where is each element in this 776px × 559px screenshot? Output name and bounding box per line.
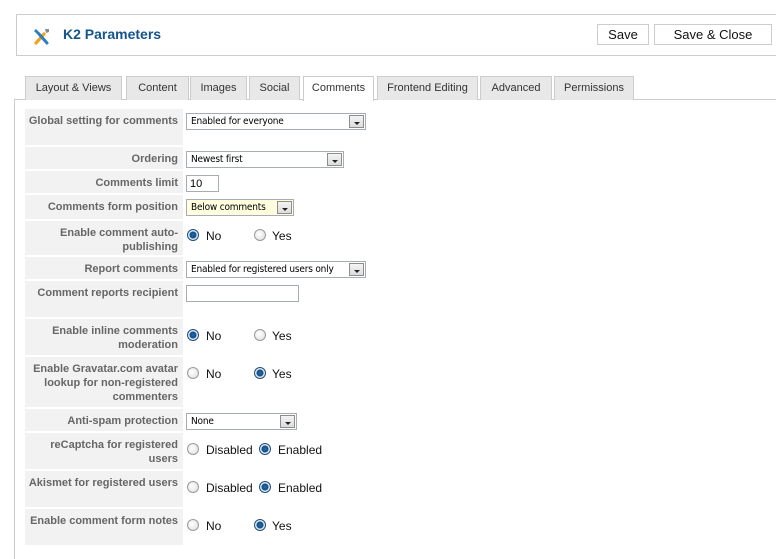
akismet-disabled-label: Disabled — [206, 481, 253, 495]
row-reports-recipient: Comment reports recipient — [25, 281, 775, 319]
gravatar-no-label: No — [206, 367, 222, 381]
global-setting-label: Global setting for comments — [25, 109, 183, 147]
tools-icon — [34, 29, 49, 45]
gravatar-no-radio[interactable] — [187, 367, 199, 379]
inline-moderation-no-radio[interactable] — [187, 329, 199, 341]
inline-moderation-no-label: No — [206, 329, 222, 343]
antispam-value: None — [191, 416, 214, 427]
tab-content[interactable]: Content — [126, 76, 189, 100]
row-recaptcha-registered: reCaptcha for registered users Disabled … — [25, 433, 775, 471]
row-gravatar: Enable Gravatar.com avatar lookup for no… — [25, 357, 775, 409]
ordering-value: Newest first — [191, 154, 243, 165]
reports-recipient-input[interactable] — [186, 285, 299, 302]
comments-limit-label: Comments limit — [25, 171, 183, 195]
form-position-label: Comments form position — [25, 195, 183, 221]
form-notes-yes-label: Yes — [272, 519, 292, 533]
row-inline-moderation: Enable inline comments moderation No Yes — [25, 319, 775, 357]
gravatar-yes-radio[interactable] — [254, 367, 266, 379]
akismet-enabled-label: Enabled — [278, 481, 323, 495]
form-position-select[interactable]: Below comments — [186, 199, 294, 216]
auto-publishing-no-radio[interactable] — [187, 229, 199, 241]
row-comments-limit: Comments limit — [25, 171, 775, 195]
tab-social[interactable]: Social — [249, 76, 300, 100]
gravatar-yes-label: Yes — [272, 367, 292, 381]
inline-moderation-yes-radio[interactable] — [254, 329, 266, 341]
row-form-notes: Enable comment form notes No Yes — [25, 509, 775, 547]
recaptcha-registered-label: reCaptcha for registered users — [25, 433, 183, 471]
auto-publishing-no-label: No — [206, 229, 222, 243]
tab-comments[interactable]: Comments — [303, 76, 374, 101]
reports-recipient-label: Comment reports recipient — [25, 281, 183, 319]
ordering-label: Ordering — [25, 147, 183, 171]
antispam-label: Anti-spam protection — [25, 409, 183, 433]
report-comments-value: Enabled for registered users only — [191, 264, 334, 275]
ordering-select[interactable]: Newest first — [186, 151, 344, 168]
report-comments-select[interactable]: Enabled for registered users only — [186, 261, 366, 278]
inline-moderation-label: Enable inline comments moderation — [25, 319, 183, 357]
auto-publishing-yes-radio[interactable] — [254, 229, 266, 241]
row-auto-publishing: Enable comment auto-publishing No Yes — [25, 221, 775, 257]
recaptcha-enabled-radio[interactable] — [259, 443, 271, 455]
page-title: K2 Parameters — [63, 26, 162, 42]
global-setting-select[interactable]: Enabled for everyone — [186, 113, 366, 130]
tab-layout-views[interactable]: Layout & Views — [25, 76, 122, 100]
inline-moderation-yes-label: Yes — [272, 329, 292, 343]
save-button[interactable]: Save — [597, 24, 649, 45]
comments-limit-input[interactable] — [186, 175, 219, 192]
chevron-down-icon — [277, 201, 292, 214]
report-comments-label: Report comments — [25, 257, 183, 281]
tab-permissions[interactable]: Permissions — [554, 76, 634, 100]
tab-images[interactable]: Images — [190, 76, 247, 100]
row-global-setting: Global setting for comments Enabled for … — [25, 109, 775, 147]
row-report-comments: Report comments Enabled for registered u… — [25, 257, 775, 281]
akismet-registered-label: Akismet for registered users — [25, 471, 183, 509]
tab-advanced[interactable]: Advanced — [480, 76, 552, 100]
tab-frontend-editing[interactable]: Frontend Editing — [377, 76, 478, 100]
save-close-button[interactable]: Save & Close — [654, 24, 772, 45]
recaptcha-disabled-label: Disabled — [206, 443, 253, 457]
chevron-down-icon — [349, 263, 364, 276]
row-akismet-registered: Akismet for registered users Disabled En… — [25, 471, 775, 509]
form-notes-no-label: No — [206, 519, 222, 533]
row-ordering: Ordering Newest first — [25, 147, 775, 171]
chevron-down-icon — [280, 415, 295, 428]
row-form-position: Comments form position Below comments — [25, 195, 775, 221]
gravatar-label: Enable Gravatar.com avatar lookup for no… — [25, 357, 183, 409]
chevron-down-icon — [349, 115, 364, 128]
recaptcha-disabled-radio[interactable] — [187, 443, 199, 455]
form-notes-yes-radio[interactable] — [254, 519, 266, 531]
akismet-enabled-radio[interactable] — [259, 481, 271, 493]
form-position-value: Below comments — [191, 202, 266, 213]
form-notes-label: Enable comment form notes — [25, 509, 183, 547]
global-setting-value: Enabled for everyone — [191, 116, 284, 127]
chevron-down-icon — [327, 153, 342, 166]
recaptcha-enabled-label: Enabled — [278, 443, 323, 457]
row-antispam: Anti-spam protection None — [25, 409, 775, 433]
form-notes-no-radio[interactable] — [187, 519, 199, 531]
auto-publishing-yes-label: Yes — [272, 229, 292, 243]
akismet-disabled-radio[interactable] — [187, 481, 199, 493]
auto-publishing-label: Enable comment auto-publishing — [25, 221, 183, 257]
antispam-select[interactable]: None — [186, 413, 297, 430]
